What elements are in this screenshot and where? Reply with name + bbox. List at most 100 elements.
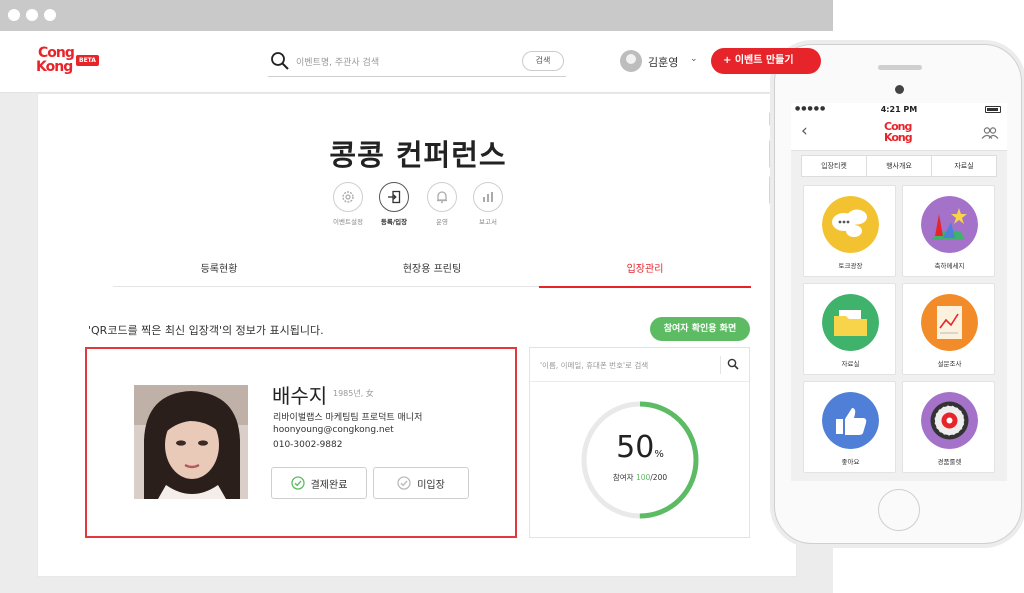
phone-status-bar: ●●●●● 4:21 PM xyxy=(791,103,1007,117)
status-time: 4:21 PM xyxy=(880,105,918,114)
chevron-down-icon: ⌄ xyxy=(690,54,698,64)
subnav-label: 등록/입장 xyxy=(380,218,408,226)
tile-label: 토크광장 xyxy=(838,262,863,270)
payment-complete-label: 결제완료 xyxy=(310,479,348,491)
roulette-icon xyxy=(921,392,978,449)
latest-attendee-panel: 배수지 1985년, 女 리바이벌랩스 마케팅팀 프로덕트 매니저 hoonyo… xyxy=(85,347,517,538)
not-entered-button[interactable]: 미입장 xyxy=(373,467,469,499)
back-arrow-icon[interactable]: ‹ xyxy=(801,121,808,141)
window-minimize-dot[interactable] xyxy=(26,9,38,21)
payment-complete-button[interactable]: 결제완료 xyxy=(271,467,367,499)
attendee-name: 배수지 xyxy=(272,384,328,408)
event-search: 이벤트명, 주관사 검색 검색 xyxy=(268,47,566,77)
logo-text-bottom: Kong xyxy=(36,59,73,75)
tile-label: 자료실 xyxy=(841,360,860,368)
tile-label: 축하메세지 xyxy=(934,262,965,270)
phone-screen: ●●●●● 4:21 PM ‹ Cong Kong 입장티켓 행사개요 자료실 … xyxy=(791,103,1007,481)
create-event-button[interactable]: + 이벤트 만들기 xyxy=(711,48,821,74)
segment-entry-ticket[interactable]: 입장티켓 xyxy=(802,156,867,176)
event-dashboard-card: 콩콩 컨퍼런스 이벤트설정 등록/입장 운영 보고서 등록현황 현장용 프린팅 … xyxy=(37,93,797,577)
thumbs-up-icon xyxy=(822,392,879,449)
speech-bubbles-icon xyxy=(822,196,879,253)
phone-logo-bottom: Kong xyxy=(884,131,913,144)
user-name: 김훈영 xyxy=(648,56,679,69)
subnav-registration-entry[interactable]: 등록/입장 xyxy=(374,182,414,230)
percent-sign: % xyxy=(654,449,664,460)
logo-text-top: Cong xyxy=(38,45,75,61)
phone-app-bar: ‹ Cong Kong xyxy=(791,117,1007,151)
not-entered-label: 미입장 xyxy=(417,479,445,491)
window-maximize-dot[interactable] xyxy=(44,9,56,21)
gear-icon xyxy=(342,191,354,203)
tile-congratulation-message[interactable]: 축하메세지 xyxy=(902,185,995,277)
search-divider xyxy=(720,356,721,374)
subnav-event-settings[interactable]: 이벤트설정 xyxy=(328,182,368,230)
section-tabs: 등록현황 현장용 프린팅 입장관리 xyxy=(113,259,751,288)
user-menu[interactable]: 김훈영 ⌄ xyxy=(620,49,702,73)
segment-event-overview[interactable]: 행사개요 xyxy=(867,156,932,176)
latest-entry-notice: 'QR코드를 찍은 최신 입장객'의 정보가 표시됩니다. xyxy=(88,324,324,337)
attendee-birth-gender: 1985년, 女 xyxy=(333,389,374,398)
user-avatar xyxy=(620,50,642,72)
browser-window: Cong Kong BETA 이벤트명, 주관사 검색 검색 김훈영 ⌄ + 이… xyxy=(0,0,833,593)
survey-chart-icon xyxy=(921,294,978,351)
attendee-check-screen-button[interactable]: 참여자 확인용 화면 xyxy=(650,317,750,341)
attendance-percent: 50% xyxy=(578,433,702,470)
bell-icon xyxy=(437,191,447,204)
attendee-photo xyxy=(134,385,248,499)
browser-title-bar xyxy=(0,0,833,31)
attendance-count: 참여자 100/200 xyxy=(578,472,702,483)
bar-chart-icon xyxy=(483,192,493,202)
battery-icon xyxy=(985,106,1001,113)
beta-badge: BETA xyxy=(76,55,99,66)
attendee-role: 리바이벌랩스 마케팅팀 프로덕트 매니저 xyxy=(273,413,423,423)
phone-segment-tabs: 입장티켓 행사개요 자료실 xyxy=(801,155,997,177)
tab-entry-management[interactable]: 입장관리 xyxy=(539,259,751,288)
search-button[interactable]: 검색 xyxy=(522,51,564,71)
attendance-label: 참여자 xyxy=(612,473,634,482)
attendee-phone: 010-3002-9882 xyxy=(273,440,343,450)
phone-home-button xyxy=(878,489,920,531)
attendee-email: hoonyoung@congkong.net xyxy=(273,425,394,435)
subnav-label: 이벤트설정 xyxy=(333,218,363,226)
screenshot-stage: Cong Kong BETA 이벤트명, 주관사 검색 검색 김훈영 ⌄ + 이… xyxy=(0,0,1024,593)
phone-speaker xyxy=(878,65,922,70)
tile-talk-plaza[interactable]: 토크광장 xyxy=(803,185,896,277)
congkong-logo[interactable]: Cong Kong BETA xyxy=(36,45,106,79)
attendee-search: '이름, 이메일, 휴대폰 번호'로 검색 xyxy=(530,348,749,382)
search-icon[interactable] xyxy=(727,358,739,370)
celebration-icon xyxy=(921,196,978,253)
attendance-percent-value: 50 xyxy=(616,430,655,465)
subnav-operation[interactable]: 운영 xyxy=(422,182,462,230)
search-icon[interactable] xyxy=(270,51,290,71)
phone-congkong-logo: Cong Kong xyxy=(884,121,913,144)
enter-icon xyxy=(388,190,401,204)
tile-label: 설문조사 xyxy=(937,360,962,368)
top-navigation: Cong Kong BETA 이벤트명, 주관사 검색 검색 김훈영 ⌄ xyxy=(0,31,833,93)
people-icon[interactable] xyxy=(981,127,999,139)
page-title: 콩콩 컨퍼런스 xyxy=(329,138,507,172)
subnav-label: 운영 xyxy=(436,218,448,226)
search-input[interactable]: 이벤트명, 주관사 검색 xyxy=(296,55,379,68)
tile-label: 좋아요 xyxy=(841,458,860,466)
tab-onsite-printing[interactable]: 현장용 프린팅 xyxy=(326,259,538,287)
tile-survey[interactable]: 설문조사 xyxy=(902,283,995,375)
phone-camera xyxy=(895,85,904,94)
segment-archive[interactable]: 자료실 xyxy=(932,156,996,176)
window-close-dot[interactable] xyxy=(8,9,20,21)
tile-like[interactable]: 좋아요 xyxy=(803,381,896,473)
tab-registration-status[interactable]: 등록현황 xyxy=(113,259,325,287)
tile-archive[interactable]: 자료실 xyxy=(803,283,896,375)
subnav-label: 보고서 xyxy=(479,218,497,226)
attendance-current: 100 xyxy=(635,473,651,482)
attendance-total: /200 xyxy=(650,473,668,482)
check-circle-icon xyxy=(397,476,411,490)
subnav-report[interactable]: 보고서 xyxy=(468,182,508,230)
folder-icon xyxy=(822,294,879,351)
attendee-portrait xyxy=(134,385,248,499)
attendee-search-input[interactable]: '이름, 이메일, 휴대폰 번호'로 검색 xyxy=(540,360,648,371)
gauge-readout: 50% 참여자 100/200 xyxy=(578,433,702,483)
tile-label: 경품룰렛 xyxy=(937,458,962,466)
tile-prize-roulette[interactable]: 경품룰렛 xyxy=(902,381,995,473)
check-circle-icon xyxy=(290,476,305,490)
